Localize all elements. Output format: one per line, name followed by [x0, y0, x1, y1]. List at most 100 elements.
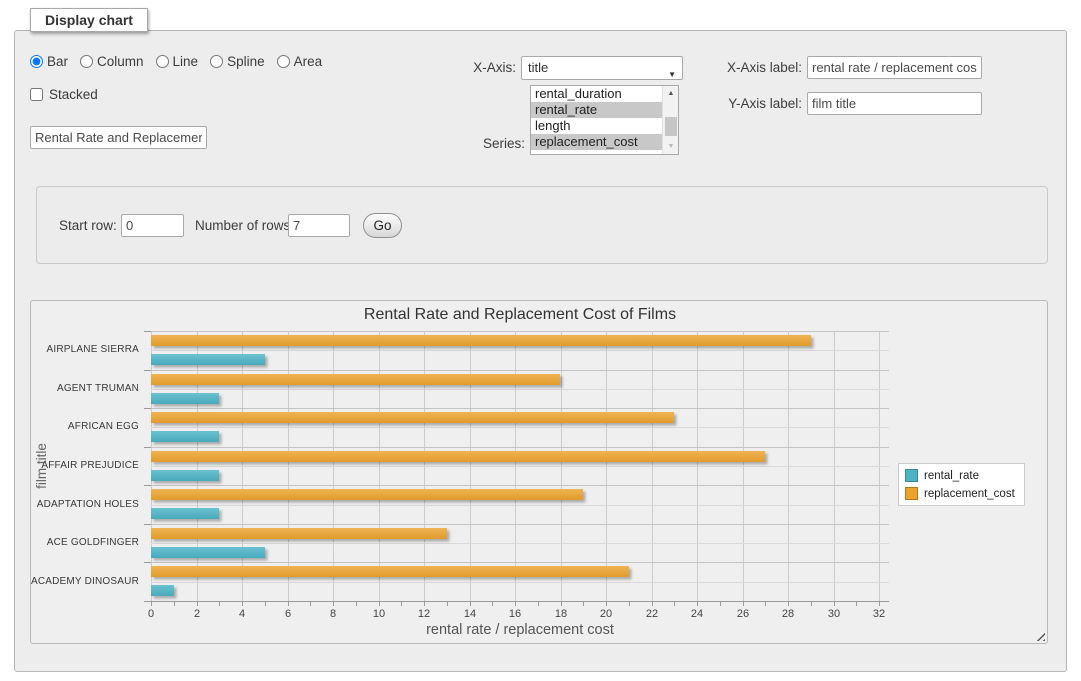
bar-rental_rate — [151, 431, 219, 442]
horizontal-gridline-mid — [151, 350, 889, 351]
x-axis-tick — [606, 602, 607, 606]
scroll-up-icon[interactable]: ▲ — [663, 86, 679, 101]
series-scrollbar[interactable]: ▲ ▼ — [662, 86, 678, 154]
chart-type-radio-label: Column — [97, 54, 144, 69]
horizontal-gridline-mid — [151, 466, 889, 467]
number-of-rows-label: Number of rows: — [195, 214, 294, 238]
start-row-input[interactable] — [121, 214, 184, 237]
horizontal-gridline-mid — [151, 427, 889, 428]
y-axis-tick — [144, 562, 151, 563]
number-of-rows-input[interactable] — [288, 214, 350, 237]
x-axis-tick — [856, 602, 857, 606]
series-option-rental_duration[interactable]: rental_duration — [531, 86, 678, 102]
panel-title: Display chart — [30, 8, 148, 32]
category-label: ACADEMY DINOSAUR — [31, 576, 139, 587]
x-tick-label: 16 — [500, 608, 530, 620]
x-axis-label-input[interactable] — [807, 56, 982, 79]
x-tick-label: 0 — [136, 608, 166, 620]
x-tick-label: 10 — [364, 608, 394, 620]
x-axis-tick — [379, 602, 380, 606]
series-options: rental_durationrental_ratelengthreplacem… — [531, 86, 678, 150]
chart-type-radio-area[interactable] — [277, 55, 290, 68]
legend-label: rental_rate — [924, 470, 979, 482]
x-tick-label: 28 — [773, 608, 803, 620]
chart-type-radio-label: Spline — [227, 54, 265, 69]
x-axis-tick — [743, 602, 744, 606]
horizontal-gridline-mid — [151, 582, 889, 583]
chart-type-radio-bar[interactable] — [30, 55, 43, 68]
x-tick-label: 20 — [591, 608, 621, 620]
x-tick-label: 2 — [182, 608, 212, 620]
chart-type-radio-group: Bar Column Line Spline Area — [30, 54, 328, 69]
stacked-checkbox[interactable] — [30, 88, 43, 101]
x-axis-tick — [834, 602, 835, 606]
x-tick-label: 22 — [637, 608, 667, 620]
legend-item-rental_rate[interactable]: rental_rate — [905, 469, 1015, 482]
x-axis-tick — [629, 602, 630, 606]
series-option-replacement_cost[interactable]: replacement_cost — [531, 134, 678, 150]
y-axis-tick — [144, 524, 151, 525]
bar-replacement_cost — [151, 335, 811, 346]
x-axis-tick — [788, 602, 789, 606]
x-tick-label: 32 — [864, 608, 894, 620]
x-axis-tick — [174, 602, 175, 606]
chevron-down-icon: ▼ — [668, 64, 676, 86]
x-tick-label: 12 — [409, 608, 439, 620]
bar-replacement_cost — [151, 374, 560, 385]
x-axis-tick — [470, 602, 471, 606]
chart-type-option-spline: Spline — [210, 54, 265, 69]
bar-rental_rate — [151, 393, 219, 404]
chart-type-option-line: Line — [156, 54, 199, 69]
category-label: ADAPTATION HOLES — [37, 499, 139, 510]
legend-swatch — [905, 487, 918, 500]
legend-item-replacement_cost[interactable]: replacement_cost — [905, 487, 1015, 500]
x-axis-tick — [697, 602, 698, 606]
category-label: AFFAIR PREJUDICE — [41, 460, 139, 471]
x-tick-label: 30 — [819, 608, 849, 620]
series-option-rental_rate[interactable]: rental_rate — [531, 102, 678, 118]
series-option-length[interactable]: length — [531, 118, 678, 134]
stacked-row: Stacked — [30, 87, 98, 102]
scroll-down-icon[interactable]: ▼ — [663, 139, 679, 154]
y-axis-title: film title — [34, 366, 52, 566]
chart-type-radio-column[interactable] — [80, 55, 93, 68]
x-axis-tick — [197, 602, 198, 606]
go-button[interactable]: Go — [363, 213, 402, 238]
series-multiselect[interactable]: rental_durationrental_ratelengthreplacem… — [530, 85, 679, 155]
chart-type-option-column: Column — [80, 54, 144, 69]
chart-type-radio-label: Area — [294, 54, 323, 69]
bar-rental_rate — [151, 508, 219, 519]
x-tick-label: 18 — [546, 608, 576, 620]
category-label: AIRPLANE SIERRA — [47, 344, 139, 355]
x-axis-tick — [447, 602, 448, 606]
horizontal-gridline — [151, 562, 889, 563]
category-label: AGENT TRUMAN — [57, 383, 139, 394]
x-tick-label: 14 — [455, 608, 485, 620]
chart-title: Rental Rate and Replacement Cost of Film… — [151, 306, 889, 324]
chart-type-radio-line[interactable] — [156, 55, 169, 68]
x-axis-select[interactable]: title ▼ — [521, 56, 683, 80]
x-axis-tick — [219, 602, 220, 606]
x-tick-label: 6 — [273, 608, 303, 620]
chart-type-radio-spline[interactable] — [210, 55, 223, 68]
scrollbar-thumb[interactable] — [665, 117, 677, 136]
row-range-panel: Start row: Number of rows: Go — [36, 186, 1048, 264]
x-axis-line — [151, 601, 889, 602]
bar-replacement_cost — [151, 566, 629, 577]
legend-swatch — [905, 469, 918, 482]
x-axis-select-label: X-Axis: — [468, 56, 516, 80]
y-axis-label-input[interactable] — [807, 92, 982, 115]
resize-grip-icon[interactable] — [1034, 630, 1045, 641]
chart-type-radio-label: Bar — [47, 54, 68, 69]
chart-title-input[interactable] — [30, 126, 207, 149]
series-select-label: Series: — [478, 132, 525, 156]
category-label: AFRICAN EGG — [68, 421, 139, 432]
x-axis-tick — [151, 602, 152, 606]
chart-legend: rental_rate replacement_cost — [898, 463, 1025, 506]
bar-replacement_cost — [151, 528, 447, 539]
start-row-label: Start row: — [59, 214, 117, 238]
horizontal-gridline-mid — [151, 389, 889, 390]
bar-replacement_cost — [151, 412, 674, 423]
x-axis-tick — [583, 602, 584, 606]
x-axis-tick — [310, 602, 311, 606]
